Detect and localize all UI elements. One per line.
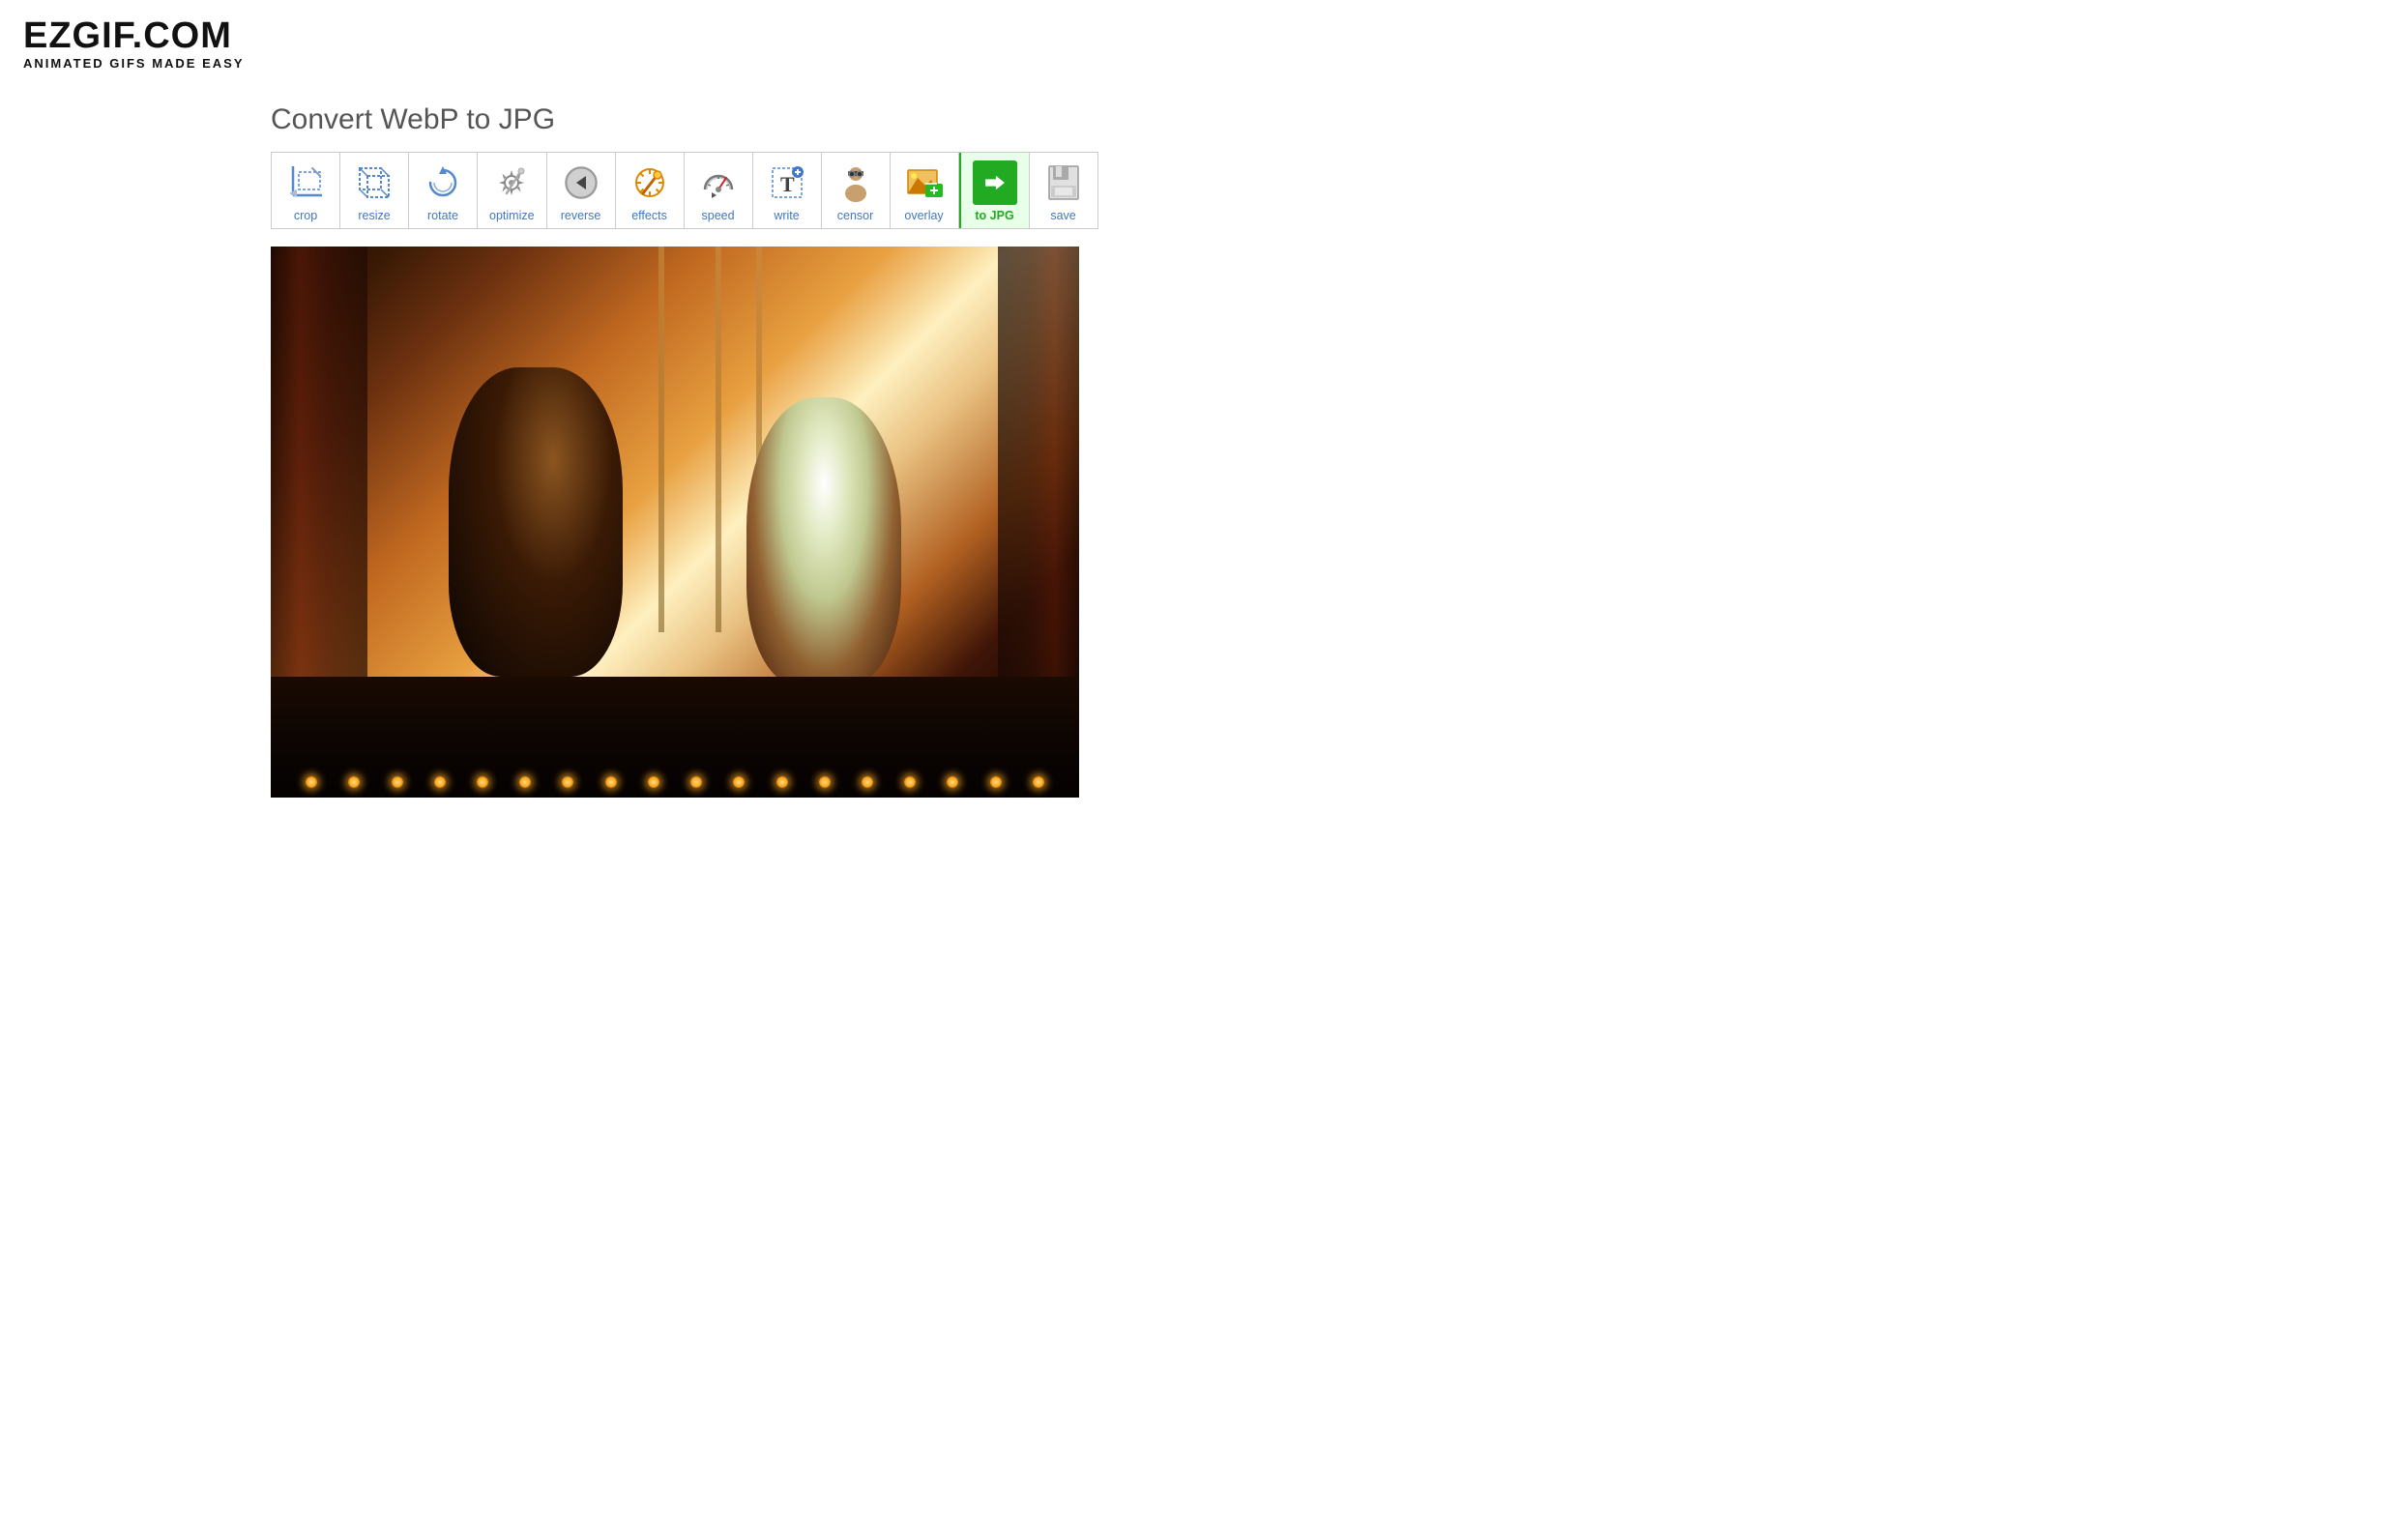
reverse-label: reverse <box>561 209 601 222</box>
tool-resize[interactable]: resize <box>340 153 409 228</box>
tool-tojpg[interactable]: to JPG <box>959 153 1030 228</box>
image-preview <box>271 247 1079 798</box>
tool-effects[interactable]: effects <box>616 153 685 228</box>
header: EZGIF.COM ANIMATED GIFS MADE EASY <box>0 0 2399 84</box>
rotate-icon <box>421 160 465 205</box>
logo-link[interactable]: EZGIF.COM ANIMATED GIFS MADE EASY <box>23 17 2376 71</box>
write-label: write <box>774 209 799 222</box>
save-label: save <box>1050 209 1075 222</box>
tool-rotate[interactable]: rotate <box>409 153 478 228</box>
tool-overlay[interactable]: overlay <box>891 153 959 228</box>
tool-speed[interactable]: speed <box>685 153 753 228</box>
tojpg-icon <box>973 160 1017 205</box>
save-icon <box>1041 160 1086 205</box>
effects-icon <box>628 160 672 205</box>
optimize-icon <box>489 160 534 205</box>
logo-sub: ANIMATED GIFS MADE EASY <box>23 56 2376 71</box>
resize-label: resize <box>358 209 390 222</box>
tool-censor[interactable]: censor <box>822 153 891 228</box>
crop-icon <box>283 160 328 205</box>
crop-label: crop <box>294 209 317 222</box>
main-content: Convert WebP to JPG crop <box>0 84 2399 798</box>
effects-label: effects <box>631 209 667 222</box>
tool-write[interactable]: T write <box>753 153 822 228</box>
tool-crop[interactable]: crop <box>272 153 340 228</box>
reverse-icon <box>559 160 603 205</box>
optimize-label: optimize <box>489 209 535 222</box>
censor-label: censor <box>837 209 874 222</box>
tool-save[interactable]: save <box>1030 153 1097 228</box>
logo-main: EZGIF.COM <box>23 17 2376 54</box>
overlay-label: overlay <box>904 209 943 222</box>
tool-reverse[interactable]: reverse <box>547 153 616 228</box>
rotate-label: rotate <box>427 209 458 222</box>
tojpg-label: to JPG <box>975 209 1013 222</box>
toolbar: crop resize <box>271 152 1098 229</box>
stage-lights <box>271 677 1079 798</box>
resize-icon <box>352 160 396 205</box>
speed-label: speed <box>702 209 735 222</box>
image-container <box>271 247 1079 798</box>
page-title: Convert WebP to JPG <box>271 103 2399 136</box>
overlay-icon <box>902 160 947 205</box>
svg-text:T: T <box>780 172 795 196</box>
speed-icon <box>696 160 741 205</box>
censor-icon <box>834 160 878 205</box>
tool-optimize[interactable]: optimize <box>478 153 547 228</box>
write-icon: T <box>765 160 809 205</box>
